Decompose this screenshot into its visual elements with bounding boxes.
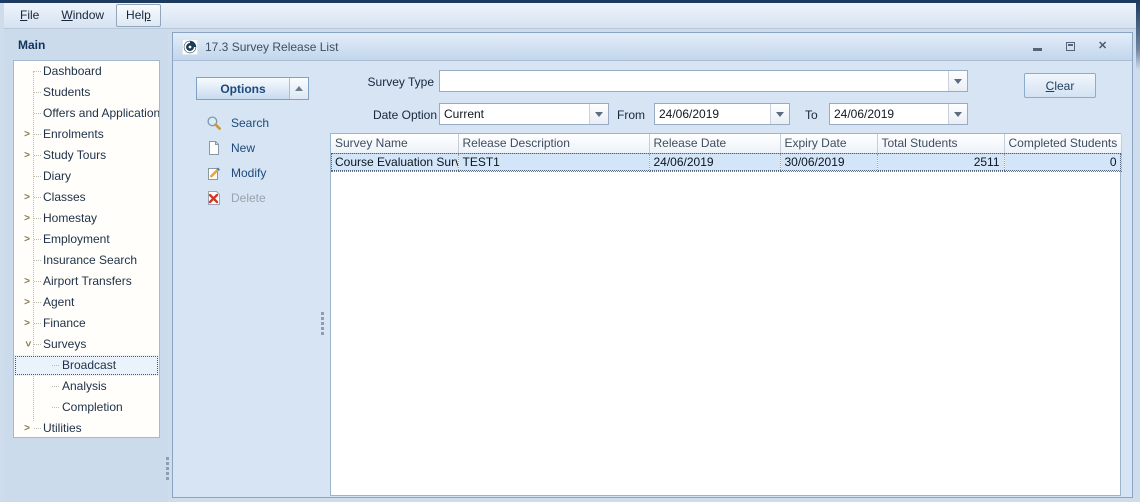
chevron-right-icon: > [20,187,34,208]
options-splitter-handle[interactable] [321,312,324,335]
column-header-expiry-date[interactable]: Expiry Date [780,134,877,153]
chevron-right-icon: > [20,271,34,292]
sidebar-title: Main [4,30,168,59]
clear-button[interactable]: Clear [1024,73,1096,98]
menu-window[interactable]: Window [51,4,114,27]
sidebar-item-broadcast[interactable]: Broadcast [14,355,159,376]
delete-document-icon [206,190,222,206]
column-header-release-description[interactable]: Release Description [458,134,649,153]
survey-type-input[interactable] [440,71,948,91]
chevron-down-icon [776,112,784,117]
menu-file[interactable]: File [10,4,49,27]
sidebar-item-students[interactable]: Students [14,82,159,103]
modify-document-icon [206,165,222,181]
survey-release-grid: Survey Name Release Description Release … [330,133,1121,496]
date-option-combo [439,103,609,125]
options-panel-header[interactable]: Options [196,77,309,100]
cell-release-date: 24/06/2019 [649,153,780,171]
sidebar-item-offers-and-applications[interactable]: Offers and Applications [14,103,159,124]
date-option-input[interactable] [440,104,589,124]
chevron-right-icon: > [20,124,34,145]
sidebar-item-diary[interactable]: Diary [14,166,159,187]
from-date-field [654,103,790,125]
sidebar-splitter-handle[interactable] [166,457,169,480]
chevron-right-icon: > [20,145,34,166]
sidebar-item-utilities[interactable]: >Utilities [14,418,159,438]
column-header-survey-name[interactable]: Survey Name [331,134,458,153]
modify-button[interactable]: Modify [206,165,266,181]
workspace: Main Dashboard Students Offers and Appli… [4,30,1140,502]
sidebar-item-study-tours[interactable]: >Study Tours [14,145,159,166]
from-date-dropdown-button[interactable] [770,104,789,124]
cell-release-description: TEST1 [458,153,649,171]
sidebar-item-analysis[interactable]: Analysis [14,376,159,397]
panel-title: 17.3 Survey Release List [205,40,338,54]
cell-survey-name: Course Evaluation Survey [331,153,458,171]
sidebar-item-classes[interactable]: >Classes [14,187,159,208]
sidebar-item-airport-transfers[interactable]: >Airport Transfers [14,271,159,292]
panel-body: Options Search New [174,61,1131,497]
to-date-field [829,103,968,125]
sidebar: Main Dashboard Students Offers and Appli… [4,30,168,502]
column-header-completed-students[interactable]: Completed Students [1004,134,1121,153]
sidebar-item-finance[interactable]: >Finance [14,313,159,334]
chevron-down-icon [954,112,962,117]
cell-expiry-date: 30/06/2019 [780,153,877,171]
chevron-right-icon: > [20,292,34,313]
grid-header-row: Survey Name Release Description Release … [331,134,1121,153]
chevron-up-icon [295,86,303,91]
sidebar-item-agent[interactable]: >Agent [14,292,159,313]
survey-release-list-panel: 17.3 Survey Release List Options [172,32,1133,498]
new-document-icon [206,140,222,156]
column-header-release-date[interactable]: Release Date [649,134,780,153]
options-panel-label: Options [197,82,289,96]
options-collapse-button[interactable] [289,78,308,99]
window-frame-right [1136,0,1140,70]
from-date-input[interactable] [655,104,770,124]
restore-icon[interactable] [1065,41,1077,53]
sidebar-item-surveys[interactable]: >Surveys [14,334,159,355]
cell-total-students: 2511 [877,153,1004,171]
to-label: To [805,108,818,122]
chevron-down-icon [954,79,962,84]
window-controls [1032,41,1132,53]
minimize-icon[interactable] [1032,41,1044,53]
menu-help-label: Hel [126,8,144,22]
chevron-right-icon: > [20,229,34,250]
panel-title-bar: 17.3 Survey Release List [173,33,1132,61]
date-option-label: Date Option [334,108,437,122]
delete-button[interactable]: Delete [206,190,266,206]
cell-completed-students: 0 [1004,153,1121,171]
from-label: From [617,108,645,122]
search-button[interactable]: Search [206,115,269,131]
chevron-down-icon [595,112,603,117]
to-date-dropdown-button[interactable] [948,104,967,124]
new-button[interactable]: New [206,140,255,156]
survey-type-combo [439,70,968,92]
survey-type-dropdown-button[interactable] [948,71,967,91]
sidebar-item-insurance-search[interactable]: Insurance Search [14,250,159,271]
chevron-right-icon: > [20,208,34,229]
survey-type-label: Survey Type [334,75,434,89]
table-row[interactable]: Course Evaluation Survey TEST1 24/06/201… [331,153,1121,171]
search-icon [206,115,222,131]
to-date-input[interactable] [830,104,948,124]
sidebar-item-enrolments[interactable]: >Enrolments [14,124,159,145]
close-icon[interactable] [1098,41,1110,53]
menu-bar: File Window Help [4,3,1140,29]
survey-logo-icon [182,39,198,55]
sidebar-item-employment[interactable]: >Employment [14,229,159,250]
sidebar-item-homestay[interactable]: >Homestay [14,208,159,229]
sidebar-item-dashboard[interactable]: Dashboard [14,61,159,82]
sidebar-item-completion[interactable]: Completion [14,397,159,418]
app-window: File Window Help Main Dashboard Students… [0,0,1140,502]
column-header-total-students[interactable]: Total Students [877,134,1004,153]
menu-help[interactable]: Help [116,4,161,27]
date-option-dropdown-button[interactable] [589,104,608,124]
chevron-right-icon: > [20,313,34,334]
sidebar-nav-list: Dashboard Students Offers and Applicatio… [13,60,160,438]
chevron-right-icon: > [20,418,34,438]
